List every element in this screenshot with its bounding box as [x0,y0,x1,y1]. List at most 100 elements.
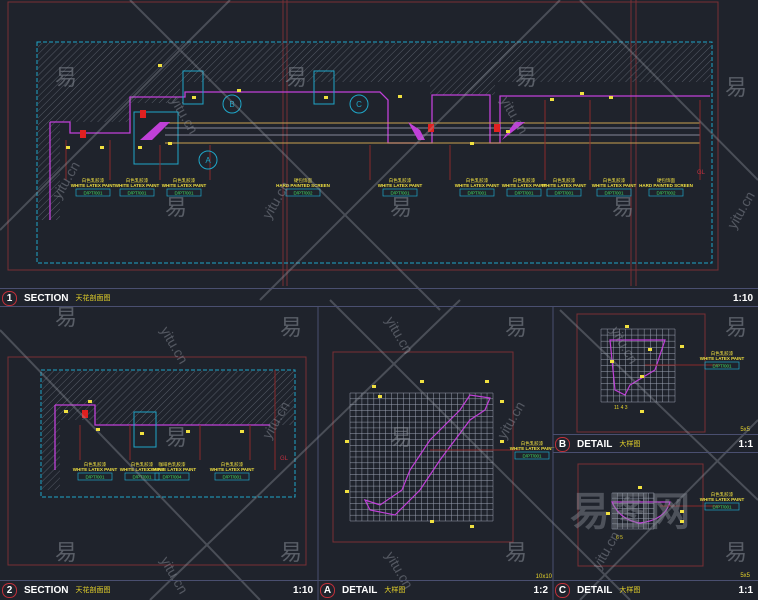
title-bar-detail-c[interactable]: C DETAIL 大样图 1:1 [553,581,758,599]
dimension-marker [186,430,190,433]
material-label[interactable]: 白色乳胶漆WHITE LATEX PAINTD/PT/001 [210,461,255,481]
panel-subtitle: 大样图 [619,441,641,448]
svg-text:易: 易 [390,195,412,220]
dimension-marker [485,380,489,383]
svg-text:yitu.cn: yitu.cn [382,314,416,357]
material-label[interactable]: 白色乳胶漆WHITE LATEX PAINTD/PT/001 [700,350,745,370]
panel-scale: 1:10 [292,584,313,596]
title-bar-detail-a[interactable]: A DETAIL 大样图 1:2 [318,581,553,599]
label-en: WHITE LATEX PAINT [510,446,555,451]
dimension-marker [506,130,510,133]
section-1-drawing: A B C GL 白色乳胶漆WHITE LATEX PAINTD/PT/001白… [7,0,719,286]
material-label[interactable]: 硬包饰面HARD PAINTED SCREEND/PT/002 [639,177,693,197]
dimension-marker [378,395,382,398]
svg-text:yitu.cn: yitu.cn [157,324,191,367]
panel-number: B [555,436,570,452]
svg-text:yitu.cn: yitu.cn [259,178,293,221]
dimension-marker [138,146,142,149]
panel-number: 1 [2,290,17,306]
title-bar-section-1[interactable]: 1 SECTION 天花剖面图 1:10 [0,289,758,307]
material-label[interactable]: 白色乳胶漆WHITE LATEX PAINTD/PT/001 [378,177,423,197]
material-label[interactable]: 白色乳胶漆WHITE LATEX PAINTD/PT/001 [455,177,500,197]
svg-text:易: 易 [725,540,747,565]
panel-type: SECTION [24,292,69,304]
svg-text:yitu.cn: yitu.cn [167,94,201,137]
dimension-marker [470,142,474,145]
material-label[interactable]: 白色乳胶漆WHITE LATEX PAINTD/PT/001 [542,177,587,197]
label-code: D/PT/001 [127,191,147,196]
dimension-marker [648,348,652,351]
svg-text:易: 易 [725,315,747,340]
svg-text:易: 易 [280,315,302,340]
label-en: WHITE LATEX PAINT [455,183,500,188]
dimension-marker [500,400,504,403]
panel-type: DETAIL [342,584,378,596]
svg-text:易: 易 [505,315,527,340]
label-en: HARD PAINTED SCREEN [639,183,693,188]
label-code: D/PT/001 [712,364,732,369]
callout-a[interactable]: A [205,156,211,165]
dimension-marker [96,428,100,431]
dimension-marker [420,380,424,383]
dimension-marker [158,64,162,67]
dimension-marker [324,96,328,99]
svg-text:yitu.cn: yitu.cn [497,94,531,137]
label-code: D/PT/001 [514,191,534,196]
label-en: WHITE LATEX PAINT [502,183,547,188]
svg-text:易: 易 [55,65,77,90]
panel-scale: 1:2 [533,584,548,596]
material-label[interactable]: 白色乳胶漆WHITE LATEX PAINTD/PT/001 [71,177,116,197]
panel-subtitle: 大样图 [619,587,641,594]
material-label[interactable]: 咖啡色乳胶漆COFFEE LATEX PAINTD/PT/004 [148,461,197,481]
dimension-marker [640,410,644,413]
svg-text:易: 易 [390,425,412,450]
svg-text:yitu.cn: yitu.cn [724,188,758,231]
dimension-marker [638,486,642,489]
dimension-marker [606,512,610,515]
svg-text:易: 易 [612,195,634,220]
dimension-marker [64,410,68,413]
dimension-marker [470,525,474,528]
label-en: WHITE LATEX PAINT [115,183,160,188]
material-label[interactable]: 白色乳胶漆WHITE LATEX PAINTD/PT/001 [162,177,207,197]
dimension-marker [625,325,629,328]
label-code: D/PT/001 [522,454,542,459]
material-label[interactable]: 白色乳胶漆WHITE LATEX PAINTD/PT/001 [592,177,637,197]
callout-c[interactable]: C [356,100,362,109]
dimension-marker [192,96,196,99]
panel-scale: 1:10 [732,292,753,304]
dimension-marker [500,440,504,443]
dimension-marker [237,89,241,92]
title-bar-detail-b[interactable]: B DETAIL 大样图 1:1 [553,435,758,453]
label-en: WHITE LATEX PAINT [700,497,745,502]
material-label[interactable]: 白色乳胶漆WHITE LATEX PAINTD/PT/001 [502,177,547,197]
gl-label: GL [280,456,289,462]
dims-b: 11 4 3 [614,405,628,411]
gl-label: GL [697,170,706,176]
svg-text:易: 易 [165,195,187,220]
material-label[interactable]: 白色乳胶漆WHITE LATEX PAINTD/PT/001 [73,461,118,481]
label-en: COFFEE LATEX PAINT [148,467,197,472]
dimension-marker [100,146,104,149]
label-en: WHITE LATEX PAINT [592,183,637,188]
grid-size-c: 5x5 [740,573,750,579]
dimension-marker [345,490,349,493]
panel-type: SECTION [24,584,69,596]
dimension-marker [609,96,613,99]
label-code: D/PT/001 [467,191,487,196]
svg-text:易: 易 [515,65,537,90]
dimension-marker [680,510,684,513]
material-label[interactable]: 白色乳胶漆WHITE LATEX PAINTD/PT/001 [700,491,745,511]
label-en: WHITE LATEX PAINT [542,183,587,188]
dimension-marker [580,92,584,95]
material-label[interactable]: 白色乳胶漆WHITE LATEX PAINTD/PT/001 [510,440,555,460]
label-code: D/PT/001 [85,475,105,480]
material-label[interactable]: 白色乳胶漆WHITE LATEX PAINTD/PT/001 [115,177,160,197]
panel-subtitle: 天花剖面图 [75,295,111,302]
panel-subtitle: 大样图 [384,587,406,594]
svg-text:yitu.cn: yitu.cn [494,398,528,441]
panel-scale: 1:1 [738,584,753,596]
title-bar-section-2[interactable]: 2 SECTION 天花剖面图 1:10 [0,581,318,599]
svg-text:易: 易 [55,540,77,565]
dimension-marker [88,400,92,403]
